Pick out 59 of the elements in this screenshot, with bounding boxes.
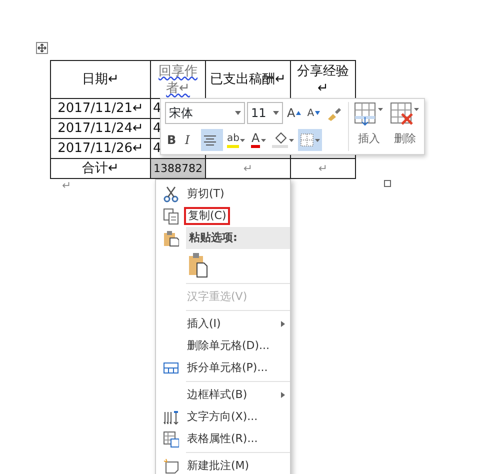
table-cell: 2017/11/24↵ <box>58 120 144 137</box>
paint-bucket-icon <box>272 132 288 148</box>
table-cell: 2017/11/21↵ <box>58 100 144 117</box>
table-cell: 4 <box>153 100 162 117</box>
font-name-field[interactable]: 宋体 <box>165 102 245 124</box>
paragraph-mark: ↵ <box>62 180 72 192</box>
text-direction-icon <box>163 408 179 426</box>
borders-icon <box>300 133 314 147</box>
caret-icon <box>273 111 279 115</box>
delete-button[interactable]: 删除 <box>390 102 420 151</box>
italic-button[interactable]: I <box>183 129 199 151</box>
table-cell: 合计↵ <box>50 158 150 178</box>
split-cells-icon <box>163 360 179 376</box>
caret-icon <box>235 111 241 115</box>
table-cell: ↵ <box>290 158 356 178</box>
grow-font-button[interactable]: A <box>285 102 304 124</box>
table-header-cell: 已支出稿酬↵ <box>210 71 286 88</box>
table-properties-icon <box>163 430 179 448</box>
font-color-button[interactable]: A <box>249 129 268 151</box>
menu-item[interactable]: 文字方向(X)... <box>156 406 290 428</box>
menu-section-header: 粘贴选项: <box>186 227 290 249</box>
borders-button[interactable] <box>298 129 322 151</box>
clipboard-icon <box>188 252 208 278</box>
shrink-font-button[interactable]: A <box>305 102 322 124</box>
bold-button[interactable]: B <box>165 129 181 151</box>
table-cell: 4 <box>153 120 162 137</box>
font-size-field[interactable]: 11 <box>247 102 283 124</box>
table-insert-icon <box>354 102 384 128</box>
menu-item[interactable]: 剪切(T) <box>156 183 290 205</box>
menu-item[interactable]: 新建批注(M) <box>156 455 290 474</box>
caret-icon <box>260 138 266 142</box>
caret-icon <box>240 138 246 142</box>
clipboard-icon <box>163 230 179 246</box>
insert-button[interactable]: 插入 <box>354 102 384 151</box>
menu-item[interactable]: 复制(C) <box>156 205 290 227</box>
table-move-handle-icon[interactable] <box>36 42 48 54</box>
menu-item[interactable]: 边框样式(B) <box>156 384 290 406</box>
table-header-cell-text: 回享作者↵ <box>158 62 198 96</box>
menu-item[interactable]: 拆分单元格(P)... <box>156 357 290 379</box>
table-cell: 4 <box>153 140 162 157</box>
caret-icon <box>314 138 320 142</box>
resize-handle[interactable] <box>384 180 391 187</box>
align-center-icon <box>203 134 217 146</box>
menu-item[interactable]: 表格属性(R)... <box>156 428 290 450</box>
menu-item[interactable]: 删除单元格(D)... <box>156 335 290 357</box>
up-triangle-icon <box>296 111 302 115</box>
table-header-cell-text: 分享经验↵ <box>296 62 350 96</box>
center-align-button[interactable] <box>201 129 223 151</box>
highlight-button[interactable]: ab <box>225 129 248 151</box>
caret-icon <box>288 138 294 142</box>
copy-icon <box>163 208 179 224</box>
paintbrush-icon <box>326 105 342 121</box>
menu-item[interactable]: 插入(I) <box>156 313 290 335</box>
table-cell: 2017/11/26↵ <box>58 140 144 157</box>
scissors-icon <box>163 186 179 202</box>
table-cell: 1388782 <box>150 158 206 178</box>
down-triangle-icon <box>315 111 320 115</box>
table-header-cell: 日期↵ <box>82 71 119 88</box>
paste-option-button[interactable] <box>186 250 210 280</box>
